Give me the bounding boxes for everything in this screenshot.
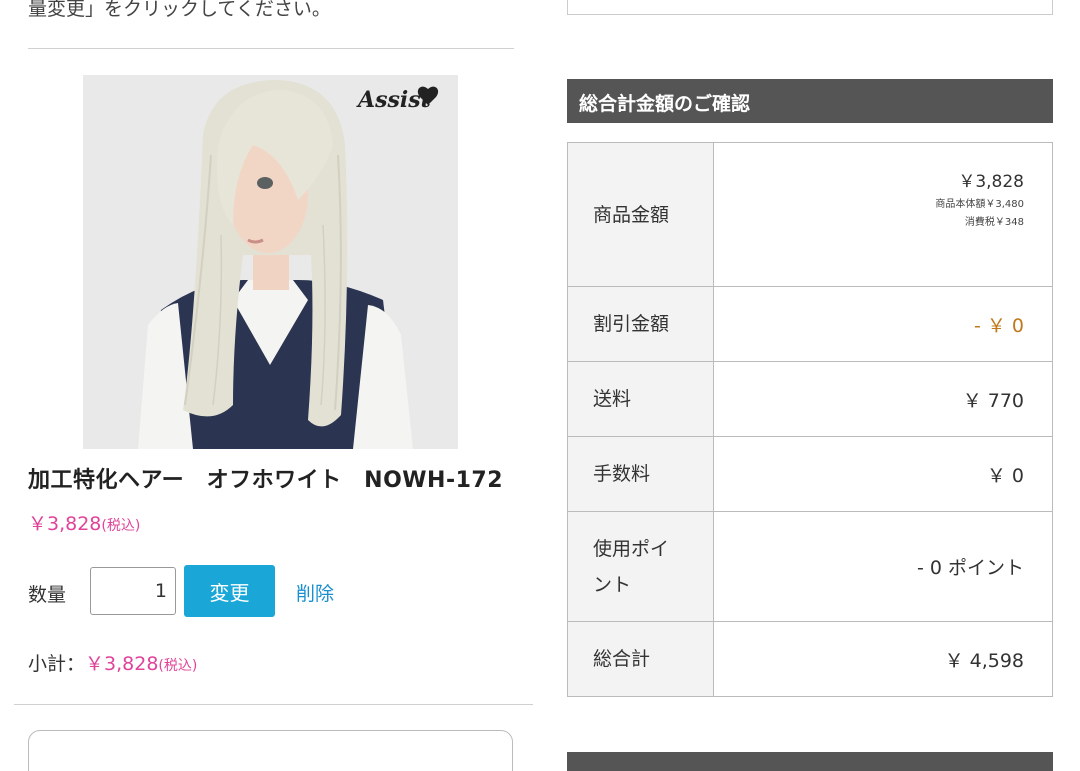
table-row: 使用ポイント - 0 ポイント xyxy=(567,511,1053,622)
cart-item-column: 量変更」をクリックしてください。 Assist 加工特化ヘアー オフホワイト N… xyxy=(0,0,540,771)
tax-detail: 消費税￥348 xyxy=(964,217,1024,228)
row-label: 商品金額 xyxy=(567,142,714,287)
table-row: 送料 ￥ 770 xyxy=(567,361,1053,437)
quantity-label: 数量 xyxy=(28,584,67,606)
table-row: 商品金額 ￥3,828 商品本体額￥3,480 消費税￥348 xyxy=(567,142,1053,287)
next-section-box xyxy=(28,730,513,771)
row-label: 送料 xyxy=(567,361,714,437)
row-label: 手数料 xyxy=(567,436,714,512)
previous-section-box xyxy=(567,0,1053,15)
label-line: 使用ポイ xyxy=(593,537,670,560)
price-value: ￥3,828 xyxy=(28,513,102,535)
table-row: 総合計 ￥ 4,598 xyxy=(567,621,1053,697)
summary-header: 総合計金額のご確認 xyxy=(567,79,1053,123)
quantity-input[interactable] xyxy=(90,567,176,615)
summary-table: 商品金額 ￥3,828 商品本体額￥3,480 消費税￥348 割引金額 - ￥… xyxy=(567,142,1053,697)
divider xyxy=(28,48,514,49)
row-label: 使用ポイ ント xyxy=(567,511,714,622)
table-row: 手数料 ￥ 0 xyxy=(567,436,1053,512)
subtotal: 小計：￥3,828(税込) xyxy=(28,649,197,676)
subtotal-value: ￥3,828 xyxy=(85,653,159,675)
update-quantity-button[interactable]: 変更 xyxy=(184,565,275,617)
product-image[interactable]: Assist xyxy=(83,75,458,449)
product-price: ￥3,828(税込) xyxy=(28,509,140,536)
shipping-value: ￥ 770 xyxy=(713,361,1053,437)
summary-column: 総合計金額のご確認 商品金額 ￥3,828 商品本体額￥3,480 消費税￥34… xyxy=(540,0,1080,771)
points-value: - 0 ポイント xyxy=(713,511,1053,622)
base-price-detail: 商品本体額￥3,480 xyxy=(935,199,1024,210)
row-label: 割引金額 xyxy=(567,286,714,362)
table-row: 割引金額 - ￥ 0 xyxy=(567,286,1053,362)
product-name[interactable]: 加工特化ヘアー オフホワイト NOWH-172 xyxy=(28,462,503,494)
row-label: 総合計 xyxy=(567,621,714,697)
grand-total-value: ￥ 4,598 xyxy=(713,621,1053,697)
fee-value: ￥ 0 xyxy=(713,436,1053,512)
delete-link[interactable]: 削除 xyxy=(296,579,334,606)
next-section-header xyxy=(567,752,1053,771)
instruction-text: 量変更」をクリックしてください。 xyxy=(28,0,331,20)
label-line: ント xyxy=(593,573,632,596)
subtotal-label: 小計： xyxy=(28,653,86,675)
discount-value: - ￥ 0 xyxy=(713,286,1053,362)
product-total-value: ￥3,828 xyxy=(958,172,1024,192)
row-value: ￥3,828 商品本体額￥3,480 消費税￥348 xyxy=(713,142,1053,287)
subtotal-tax-note: (税込) xyxy=(158,658,198,674)
divider xyxy=(14,704,533,705)
tax-note: (税込) xyxy=(101,518,141,534)
